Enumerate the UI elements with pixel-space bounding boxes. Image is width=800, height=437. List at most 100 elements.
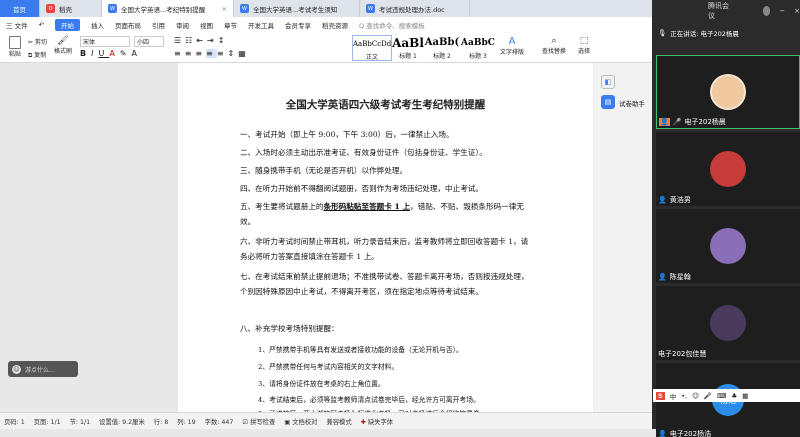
highlight-icon[interactable]: ✎ [120, 49, 132, 58]
underline-icon[interactable]: U [98, 49, 109, 58]
exam-assistant-icon[interactable]: ▤ [601, 95, 615, 109]
paragraph-3: 三、随身携带手机（无论是否开机）以作弊处理。 [240, 166, 408, 175]
undo-icon[interactable]: ↶ [39, 21, 44, 29]
tab-doc-2[interactable]: W 全国大学英语...考试考生须知 [234, 0, 360, 17]
text-layout-label: 文字排版 [500, 49, 525, 56]
paragraph-5-a: 五、考生要将试题册上的 [240, 202, 324, 211]
style-heading-1[interactable]: AaBl 标题 1 [392, 35, 424, 61]
text-layout-button[interactable]: A 文字排版 [500, 36, 524, 56]
font-icon: ✚ [360, 418, 366, 426]
indent-icon[interactable]: ⇤ [196, 36, 207, 45]
ime-mode[interactable]: 中 [670, 391, 677, 401]
missing-font-button[interactable]: ✚ 缺失字体 [361, 417, 393, 426]
participant-tag: 👤 陈星翰 [658, 272, 691, 282]
grid-icon[interactable]: ▦ [742, 392, 748, 400]
font-color-icon[interactable]: A [109, 49, 119, 58]
justify-icon[interactable]: ≡ [206, 49, 217, 58]
menu-view[interactable]: 视图 [200, 20, 213, 30]
spell-check-button[interactable]: ☑ 拼写检查 [242, 417, 275, 426]
menu-insert[interactable]: 插入 [91, 20, 104, 30]
shading-icon[interactable]: A [132, 49, 142, 58]
style-label: 标题 2 [433, 53, 451, 60]
tab-home[interactable]: 首页 [0, 0, 40, 17]
style-sample: AaBb( [424, 37, 460, 48]
format-painter-button[interactable]: 🖌 格式刷 [54, 36, 72, 55]
close-icon[interactable]: × [794, 7, 800, 15]
punctuation-icon[interactable]: •, [681, 392, 687, 400]
bullet-list-icon[interactable]: ☰ [174, 36, 185, 45]
exam-assistant-label[interactable]: 试卷助手 [619, 98, 645, 108]
menu-review[interactable]: 审阅 [176, 20, 189, 30]
doc-check-button[interactable]: ▣ 文档校对 [284, 417, 317, 426]
style-heading-3[interactable]: AaBbC 标题 3 [460, 35, 496, 61]
tab-docer[interactable]: D 稻壳 [40, 0, 102, 17]
scissors-icon: ✂ [28, 39, 34, 46]
skin-icon[interactable]: ♣ [731, 392, 737, 400]
borders-icon[interactable]: ▦ [238, 49, 250, 58]
cursor-icon: ⬚ [579, 36, 589, 46]
select-button[interactable]: ⬚ 选择 [578, 36, 590, 55]
emoji-icon[interactable]: ☺ [692, 392, 699, 400]
bold-icon[interactable]: B [80, 49, 91, 58]
style-label: 正文 [365, 54, 378, 61]
cut-label: 剪切 [34, 39, 47, 46]
document-page[interactable]: 全国大学英语四六级考试考生考纪特别提醒 一、考试开始（即上午 9:00，下午 3… [178, 63, 593, 418]
microphone-icon: 🎙 [658, 29, 667, 37]
paragraph-4: 四、在听力开始前不得翻阅试题册，否则作为考场违纪处理，中止考试。 [240, 184, 483, 193]
close-icon[interactable]: × [222, 5, 227, 13]
distribute-icon[interactable]: ≡ [217, 49, 228, 58]
number-list-icon[interactable]: ☷ [185, 36, 196, 45]
format-buttons[interactable]: BIUA✎A [80, 49, 142, 58]
document-title: 全国大学英语四六级考试考生考纪特别提醒 [285, 99, 486, 111]
participant-video[interactable]: 👤 黄浩男 [656, 132, 800, 206]
sort-icon[interactable]: ↕ [218, 36, 229, 45]
align-left-icon[interactable]: ≡ [174, 49, 185, 58]
paragraph-7: 七、在考试结束前禁止提前退场；不准携带试卷、答题卡离开考场，否则按违规处理，个别… [240, 272, 529, 296]
avatar[interactable] [762, 6, 771, 16]
copy-button[interactable]: ⧉ 复制 [28, 50, 46, 60]
tab-doc-3[interactable]: W 考试违规处理办法.doc [360, 0, 470, 17]
participant-tag: 👤 黄浩男 [658, 195, 691, 205]
participant-video[interactable]: 电子202包佳慧 [656, 286, 800, 360]
participant-video[interactable]: 👤 陈星翰 [656, 209, 800, 283]
panel-toggle-icon[interactable]: ◧ [601, 75, 615, 89]
ribbon-toolbar: 粘贴 ✂ 剪切 ⧉ 复制 🖌 格式刷 宋体 小四 BIUA✎A ☰☷⇤⇥↕ ≡≡… [0, 33, 652, 63]
cut-button[interactable]: ✂ 剪切 [28, 37, 47, 46]
menu-vip[interactable]: 会员专享 [285, 20, 311, 30]
align-buttons[interactable]: ≡≡≡≡≡⇕▦ [174, 49, 250, 58]
align-right-icon[interactable]: ≡ [195, 49, 206, 58]
find-replace-button[interactable]: ⌕ 查找替换 [542, 36, 566, 55]
paste-button[interactable]: 粘贴 [6, 36, 24, 58]
outdent-icon[interactable]: ⇥ [207, 36, 218, 45]
menu-reference[interactable]: 引用 [152, 20, 165, 30]
font-select[interactable]: 宋体 [80, 36, 130, 47]
ime-toolbar[interactable]: S 中 •, ☺ 🎤 ⌨ ♣ ▦ [653, 389, 800, 402]
menu-section[interactable]: 章节 [224, 20, 237, 30]
search-input[interactable]: Q 查找命令、搜索模板 [359, 20, 425, 30]
menu-file[interactable]: 三 文件 [6, 20, 28, 30]
menu-start[interactable]: 开始 [55, 19, 81, 31]
size-select[interactable]: 小四 [134, 36, 164, 47]
rule-item: 1、严禁携带手机等具有发送或者接收功能的设备（无论开机与否）。 [258, 346, 463, 354]
tab-label: 稻壳 [59, 5, 72, 14]
menu-docer[interactable]: 稻壳资源 [322, 20, 348, 30]
status-setting: 设置值: 9.2厘米 [99, 418, 145, 426]
floating-input-pill[interactable]: ☺ 游点什么... [8, 361, 78, 377]
line-spacing-icon[interactable]: ⇕ [228, 49, 239, 58]
tab-doc-1[interactable]: W 全国大学英语...考纪特别提醒 × [102, 0, 234, 17]
status-words[interactable]: 字数: 447 [205, 417, 234, 426]
meeting-title: 腾讯会议 [708, 2, 729, 20]
keyboard-icon[interactable]: ⌨ [717, 392, 726, 400]
minimize-icon[interactable]: − [779, 7, 785, 15]
text-layout-icon: A [508, 36, 516, 47]
menu-devtools[interactable]: 开发工具 [248, 20, 274, 30]
align-center-icon[interactable]: ≡ [185, 49, 196, 58]
style-normal[interactable]: AaBbCcDd 正文 [352, 35, 392, 61]
style-heading-2[interactable]: AaBb( 标题 2 [424, 35, 460, 61]
list-buttons[interactable]: ☰☷⇤⇥↕ [174, 36, 228, 45]
mic-icon[interactable]: 🎤 [704, 392, 712, 400]
size-value: 小四 [137, 39, 150, 46]
menu-layout[interactable]: 页面布局 [115, 20, 141, 30]
participant-video[interactable]: 👤 🎤 电子202杨晨 [656, 55, 800, 129]
status-section: 节: 1/1 [69, 418, 91, 426]
